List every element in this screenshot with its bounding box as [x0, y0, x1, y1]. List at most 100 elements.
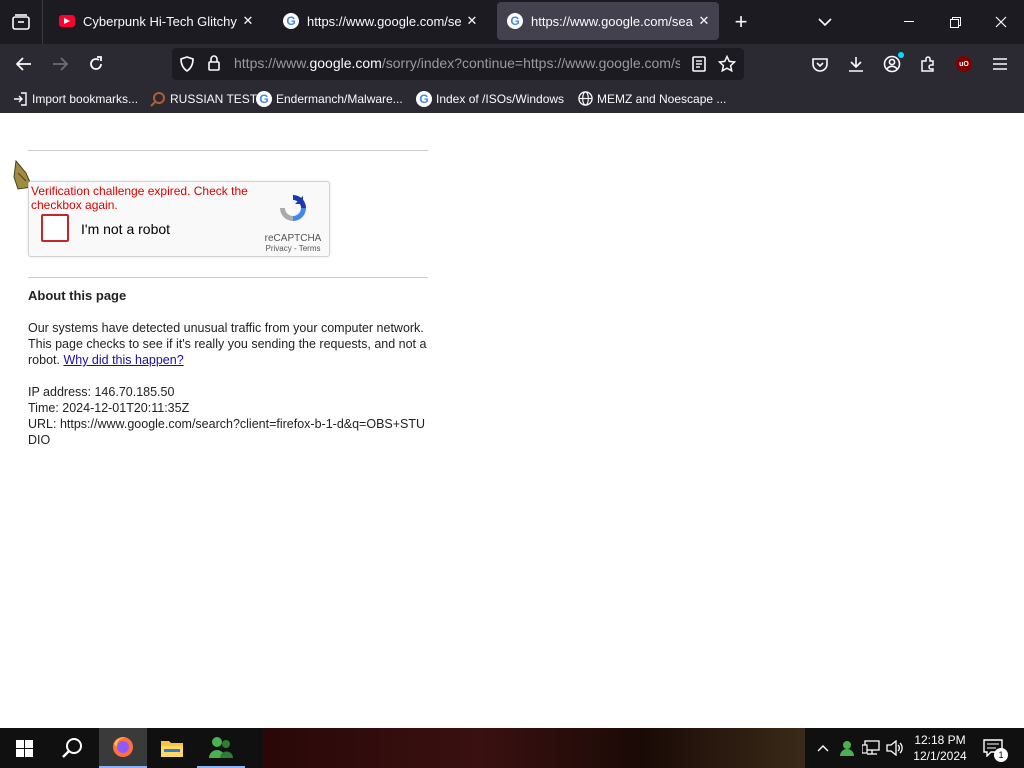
- taskbar-firefox[interactable]: [99, 728, 147, 768]
- time-value: 2024-12-01T20:11:35Z: [62, 401, 190, 415]
- bookmark-label: Endermanch/Malware...: [276, 91, 403, 106]
- bookmark-russian-test[interactable]: RUSSIAN TEST: [150, 84, 257, 113]
- tab-google-search[interactable]: G https://www.google.com/search ✕: [273, 2, 487, 40]
- tab-close-button[interactable]: ✕: [237, 10, 259, 32]
- about-paragraph: Our systems have detected unusual traffi…: [28, 320, 428, 368]
- list-all-tabs-button[interactable]: [802, 0, 848, 44]
- pocket-icon: [812, 57, 828, 72]
- recaptcha-icon: [280, 195, 306, 221]
- bookmark-label: RUSSIAN TEST: [170, 91, 258, 106]
- clock[interactable]: 12:18 PM 12/1/2024: [908, 728, 972, 768]
- taskbar-app-users[interactable]: [197, 728, 245, 768]
- tab-bar: Cyberpunk Hi-Tech Glitchy Neon ✕ G https…: [0, 0, 1024, 44]
- ip-label: IP address:: [28, 385, 95, 399]
- tray-users-icon[interactable]: [836, 728, 858, 768]
- bookmark-label: Import bookmarks...: [32, 91, 139, 106]
- url-host: google.com: [309, 55, 382, 71]
- downloads-button[interactable]: [842, 50, 870, 78]
- url-value: https://www.google.com/search?client=fir…: [28, 417, 426, 447]
- url-text[interactable]: https://www.google.com/sorry/index?conti…: [234, 55, 680, 71]
- recaptcha-logo: reCAPTCHA Privacy - Terms: [261, 192, 325, 254]
- clock-time: 12:18 PM: [914, 733, 966, 747]
- account-button[interactable]: [878, 50, 906, 78]
- ip-address-line: IP address: 146.70.185.50: [28, 384, 428, 400]
- reader-view-icon[interactable]: [692, 56, 706, 77]
- recaptcha-link-separator: -: [291, 244, 299, 253]
- arrow-right-icon: [53, 57, 68, 71]
- firefox-view-icon: [12, 14, 30, 30]
- volume-icon[interactable]: [884, 728, 906, 768]
- search-icon: [62, 738, 82, 758]
- forward-button[interactable]: [46, 50, 74, 78]
- recaptcha-label: I'm not a robot: [81, 221, 171, 237]
- ublock-icon: uO: [956, 56, 972, 72]
- google-icon: G: [283, 13, 299, 29]
- close-window-button[interactable]: [978, 0, 1024, 44]
- start-button[interactable]: [0, 728, 48, 768]
- bookmark-star-icon[interactable]: [717, 54, 737, 78]
- url-prefix: https://www.: [234, 55, 310, 71]
- bookmark-memz[interactable]: MEMZ and Noescape ...: [577, 84, 726, 113]
- import-icon: [12, 91, 28, 107]
- taskbar-file-explorer[interactable]: [148, 728, 196, 768]
- bookmark-isos-windows[interactable]: G Index of /ISOs/Windows: [416, 84, 564, 113]
- time-label: Time:: [28, 401, 63, 415]
- url-label: URL:: [28, 417, 60, 431]
- puzzle-icon: [921, 56, 934, 72]
- firefox-view-button[interactable]: [0, 0, 42, 44]
- bookmark-endermanch[interactable]: G Endermanch/Malware...: [256, 84, 403, 113]
- tabs-list: Cyberpunk Hi-Tech Glitchy Neon ✕ G https…: [42, 0, 719, 44]
- restore-button[interactable]: [932, 0, 978, 44]
- app-menu-button[interactable]: [986, 50, 1014, 78]
- minimize-icon: [904, 21, 914, 22]
- recaptcha-checkbox[interactable]: [41, 214, 69, 242]
- recaptcha-brand: reCAPTCHA: [264, 233, 322, 244]
- tab-close-button[interactable]: ✕: [461, 10, 483, 32]
- folder-icon: [161, 741, 183, 757]
- address-bar[interactable]: https://www.google.com/sorry/index?conti…: [172, 48, 744, 80]
- chevron-up-icon: [817, 745, 829, 752]
- page-content: Verification challenge expired. Check th…: [0, 113, 1024, 728]
- recaptcha-widget: Verification challenge expired. Check th…: [28, 181, 330, 257]
- show-hidden-icons-button[interactable]: [812, 728, 834, 768]
- bookmark-import[interactable]: Import bookmarks...: [12, 84, 138, 113]
- restore-icon: [949, 16, 961, 28]
- users-icon: [209, 737, 233, 758]
- tab-title: Cyberpunk Hi-Tech Glitchy Neon: [83, 13, 237, 29]
- time-line: Time: 2024-12-01T20:11:35Z: [28, 400, 428, 416]
- url-line: URL: https://www.google.com/search?clien…: [28, 416, 428, 448]
- why-did-this-happen-link[interactable]: Why did this happen?: [63, 353, 183, 367]
- lock-icon[interactable]: [208, 55, 220, 76]
- back-button[interactable]: [10, 50, 38, 78]
- navigation-toolbar: https://www.google.com/sorry/index?conti…: [0, 44, 1024, 84]
- tab-youtube[interactable]: Cyberpunk Hi-Tech Glitchy Neon ✕: [49, 2, 263, 40]
- ip-value: 146.70.185.50: [94, 385, 175, 399]
- recaptcha-error-message: Verification challenge expired. Check th…: [31, 184, 248, 212]
- divider: [28, 277, 428, 278]
- network-icon[interactable]: [860, 728, 882, 768]
- windows-taskbar: 12:18 PM 12/1/2024 1: [0, 728, 1024, 768]
- taskbar-background-image: [263, 728, 805, 768]
- search-button[interactable]: [48, 728, 96, 768]
- about-heading: About this page: [28, 288, 127, 303]
- divider: [28, 150, 428, 151]
- windows-logo-icon: [15, 739, 33, 757]
- tab-title: https://www.google.com/search: [531, 13, 693, 29]
- download-icon: [849, 57, 863, 72]
- reload-button[interactable]: [82, 50, 110, 78]
- reload-icon: [90, 56, 102, 70]
- tracking-protection-shield-icon[interactable]: [180, 56, 194, 77]
- extensions-button[interactable]: [914, 50, 942, 78]
- google-icon: G: [256, 90, 272, 107]
- tab-close-button[interactable]: ✕: [693, 10, 715, 32]
- clock-date: 12/1/2024: [913, 749, 967, 763]
- recaptcha-privacy-link[interactable]: Privacy: [266, 244, 292, 253]
- action-center-button[interactable]: 1: [978, 728, 1008, 768]
- new-tab-button[interactable]: +: [718, 0, 764, 44]
- pocket-button[interactable]: [806, 50, 834, 78]
- hamburger-menu-icon: [993, 58, 1007, 70]
- recaptcha-terms-link[interactable]: Terms: [299, 244, 321, 253]
- ublock-origin-button[interactable]: uO: [950, 50, 978, 78]
- minimize-button[interactable]: [886, 0, 932, 44]
- tab-google-sorry[interactable]: G https://www.google.com/search ✕: [497, 2, 719, 40]
